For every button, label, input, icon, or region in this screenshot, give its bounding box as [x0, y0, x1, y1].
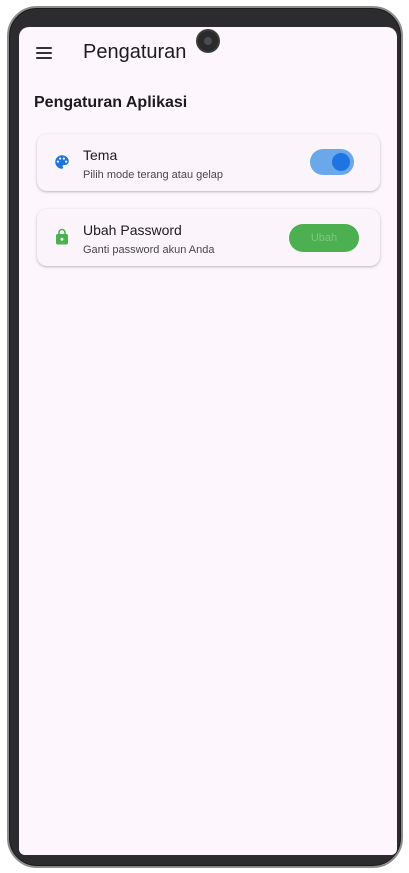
setting-title-password: Ubah Password: [83, 222, 182, 238]
theme-toggle[interactable]: [310, 149, 354, 175]
setting-subtitle-password: Ganti password akun Anda: [83, 244, 215, 256]
setting-title-theme: Tema: [83, 147, 118, 163]
page-title: Pengaturan: [83, 41, 187, 63]
setting-card-theme: Tema Pilih mode terang atau gelap: [37, 134, 380, 191]
setting-card-password: Ubah Password Ganti password akun Anda U…: [37, 209, 380, 266]
app-screen: Pengaturan Pengaturan Aplikasi Tema Pili…: [19, 27, 397, 855]
change-password-button[interactable]: Ubah: [289, 224, 359, 252]
menu-icon[interactable]: [36, 47, 52, 59]
lock-icon: [53, 228, 71, 246]
camera-icon: [198, 31, 218, 51]
palette-icon: [53, 153, 71, 171]
setting-subtitle-theme: Pilih mode terang atau gelap: [83, 169, 224, 181]
toggle-knob: [332, 153, 350, 171]
section-title: Pengaturan Aplikasi: [34, 94, 188, 111]
